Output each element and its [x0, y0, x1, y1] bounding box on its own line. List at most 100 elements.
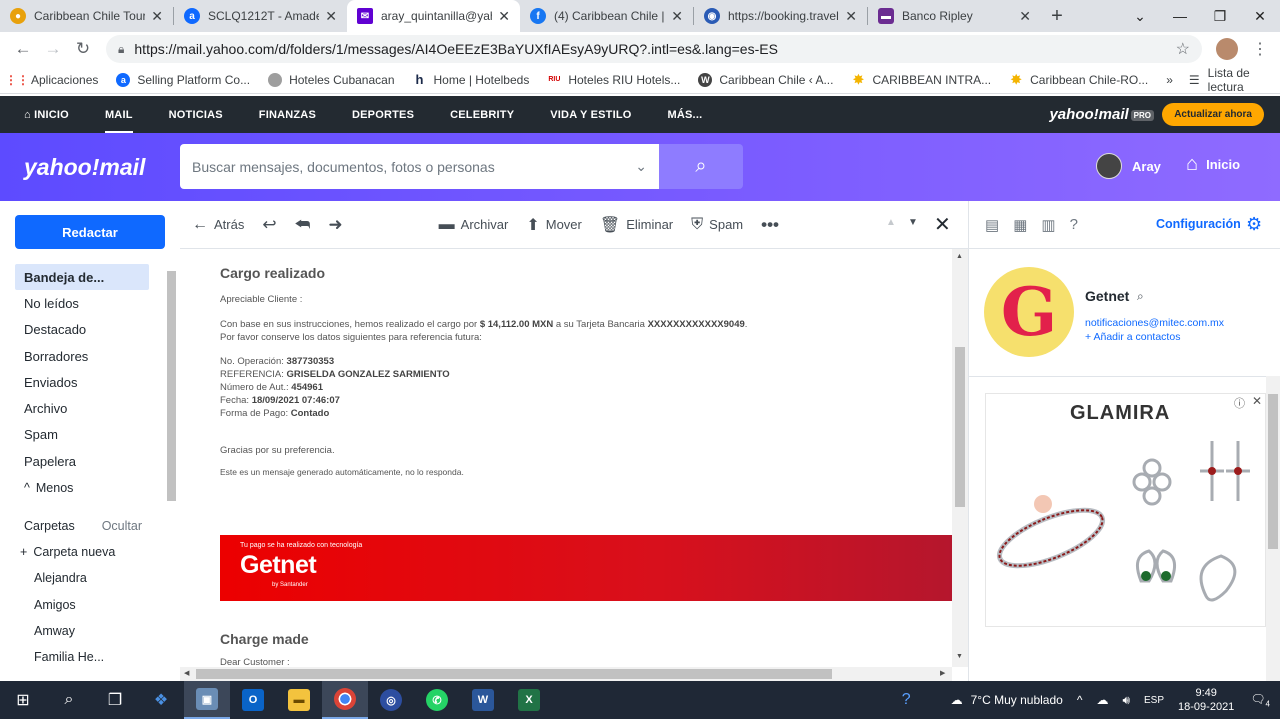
add-contact-link[interactable]: + Añadir a contactos	[1085, 331, 1180, 343]
address-bar[interactable]: 🔒︎ https://mail.yahoo.com/d/folders/1/me…	[106, 35, 1202, 63]
close-window-icon[interactable]: ✕	[1240, 0, 1280, 32]
scroll-down-icon[interactable]: ▼	[956, 653, 963, 660]
scroll-right-icon[interactable]: ▶	[940, 669, 945, 677]
next-message-icon[interactable]: ▼	[908, 217, 918, 228]
weather-text[interactable]: 7°C Muy nublado	[971, 693, 1063, 707]
reading-list-icon[interactable]: ☰	[1189, 73, 1200, 87]
tab-search-icon[interactable]: ⌄	[1120, 0, 1160, 32]
lock-icon[interactable]: 🔒︎	[118, 42, 124, 57]
browser-tab[interactable]: f (4) Caribbean Chile | F ✕	[520, 0, 693, 32]
browser-menu-icon[interactable]: ⋮	[1248, 39, 1272, 59]
folder-unread[interactable]: No leídos	[15, 290, 149, 316]
more-bookmarks-icon[interactable]: »	[1166, 73, 1173, 87]
ad-close-icon[interactable]: ✕	[1252, 394, 1262, 408]
previous-message-icon[interactable]: ▲	[886, 217, 896, 228]
scroll-left-icon[interactable]: ◀	[184, 669, 189, 677]
folder-item[interactable]: Amway	[20, 618, 150, 644]
excel-app[interactable]: X	[506, 681, 552, 719]
network-icon[interactable]: ☁	[1096, 693, 1108, 707]
bookmark-apps[interactable]: ⋮⋮ Aplicaciones	[5, 73, 98, 87]
folder-inbox[interactable]: Bandeja de...	[15, 264, 149, 291]
delete-button[interactable]: 🗑︎ Eliminar	[600, 215, 673, 235]
start-button[interactable]: ⊞	[0, 681, 46, 719]
nav-mas[interactable]: MÁS...	[668, 109, 703, 121]
volume-icon[interactable]: 🔊︎	[1122, 693, 1130, 708]
archive-button[interactable]: ▬ Archivar	[439, 216, 509, 234]
whatsapp-app[interactable]: ✆	[414, 681, 460, 719]
search-input[interactable]: Buscar mensajes, documentos, fotos o per…	[180, 144, 659, 189]
bookmark-star-icon[interactable]: ☆	[1176, 39, 1190, 59]
search-button[interactable]: ⌕	[659, 144, 743, 189]
new-folder-button[interactable]: + Carpeta nueva	[20, 539, 150, 565]
close-tab-icon[interactable]: ✕	[151, 8, 163, 25]
help-icon[interactable]: ?	[1070, 216, 1078, 233]
scrollbar-thumb[interactable]	[955, 347, 965, 507]
right-pane-scrollbar[interactable]	[1266, 376, 1280, 681]
reply-all-icon[interactable]: ⮪	[295, 215, 311, 235]
file-explorer-app[interactable]: ▬	[276, 681, 322, 719]
bookmark-item[interactable]: a Selling Platform Co...	[116, 72, 250, 87]
restore-icon[interactable]: ❐	[1200, 0, 1240, 32]
folder-archive[interactable]: Archivo	[15, 395, 149, 421]
yahoo-mail-pro-logo[interactable]: yahoo!mail PRO	[1049, 106, 1154, 123]
upgrade-button[interactable]: Actualizar ahora	[1162, 103, 1264, 126]
chevron-down-icon[interactable]: ⌄	[635, 158, 647, 175]
scrollbar-thumb[interactable]	[196, 669, 832, 679]
folder-drafts[interactable]: Borradores	[15, 343, 149, 369]
reload-icon[interactable]: ↻	[68, 34, 98, 64]
home-link[interactable]: ⌂ Inicio	[1186, 153, 1240, 176]
folder-trash[interactable]: Papelera	[15, 448, 149, 474]
new-tab-icon[interactable]: +	[1041, 0, 1073, 32]
word-app[interactable]: W	[460, 681, 506, 719]
browser-tab[interactable]: a SCLQ1212T - Amadeu ✕	[174, 0, 347, 32]
nav-finanzas[interactable]: FINANZAS	[259, 109, 316, 121]
advertisement[interactable]: GLAMIRA ⓘ ✕	[985, 393, 1266, 627]
reply-icon[interactable]: ↩	[262, 215, 276, 235]
close-tab-icon[interactable]: ✕	[671, 8, 683, 25]
language-indicator[interactable]: ESP	[1144, 695, 1164, 706]
show-less-toggle[interactable]: ^ Menos	[15, 474, 149, 500]
app-button[interactable]: ▣	[184, 681, 230, 719]
close-tab-icon[interactable]: ✕	[1019, 8, 1031, 25]
nav-deportes[interactable]: DEPORTES	[352, 109, 414, 121]
close-tab-icon[interactable]: ✕	[325, 8, 337, 25]
browser-tab[interactable]: ●Caribbean Chile Tour C✕	[0, 0, 173, 32]
profile-avatar[interactable]	[1216, 38, 1238, 60]
calendar-icon[interactable]: ▦	[1013, 216, 1027, 234]
close-tab-icon[interactable]: ✕	[498, 8, 510, 25]
search-button[interactable]: ⌕	[46, 681, 92, 719]
move-button[interactable]: ⬆ Mover	[526, 215, 582, 235]
nav-inicio[interactable]: ⌂ INICIO	[24, 109, 69, 121]
minimize-icon[interactable]: —	[1160, 0, 1200, 32]
search-icon[interactable]: ⌕	[1137, 289, 1144, 304]
contacts-icon[interactable]: ▤	[985, 216, 999, 234]
folder-item[interactable]: Alejandra	[20, 565, 150, 591]
more-options-icon[interactable]: •••	[761, 215, 779, 235]
sidebar-scrollbar[interactable]	[167, 271, 176, 501]
scrollbar-thumb[interactable]	[1268, 394, 1278, 549]
close-message-icon[interactable]: ✕	[934, 212, 951, 237]
folder-spam[interactable]: Spam	[15, 422, 149, 448]
yahoo-mail-logo[interactable]: yahoo!mail	[24, 154, 180, 181]
globe-app[interactable]: ◎	[368, 681, 414, 719]
forward-arrow-icon[interactable]: →	[38, 34, 68, 64]
task-view-button[interactable]: ❐	[92, 681, 138, 719]
notifications-icon[interactable]: 🗨︎4	[1250, 692, 1270, 708]
back-arrow-icon[interactable]: ←	[8, 34, 38, 64]
settings-link[interactable]: Configuración	[1156, 217, 1241, 231]
browser-tab-active[interactable]: ✉ aray_quintanilla@yahc ✕	[347, 0, 520, 32]
clock[interactable]: 9:49 18-09-2021	[1178, 686, 1234, 714]
ad-info-icon[interactable]: ⓘ	[1234, 395, 1245, 411]
back-button[interactable]: ← Atrás	[192, 216, 244, 234]
horizontal-scrollbar[interactable]: ◀ ▶	[180, 667, 952, 681]
dropbox-app[interactable]: ❖	[138, 681, 184, 719]
browser-tab[interactable]: ▬ Banco Ripley ✕	[868, 0, 1041, 32]
message-scrollbar[interactable]: ▲ ▼	[952, 249, 968, 667]
nav-mail[interactable]: MAIL	[104, 109, 133, 134]
hide-folders-link[interactable]: Ocultar	[102, 519, 142, 533]
chrome-app[interactable]	[322, 681, 368, 719]
bookmark-item[interactable]: Hoteles Cubanacan	[268, 72, 395, 87]
scroll-up-icon[interactable]: ▲	[956, 253, 963, 260]
nav-vida-estilo[interactable]: VIDA Y ESTILO	[550, 109, 631, 121]
nav-celebrity[interactable]: CELEBRITY	[450, 109, 514, 121]
